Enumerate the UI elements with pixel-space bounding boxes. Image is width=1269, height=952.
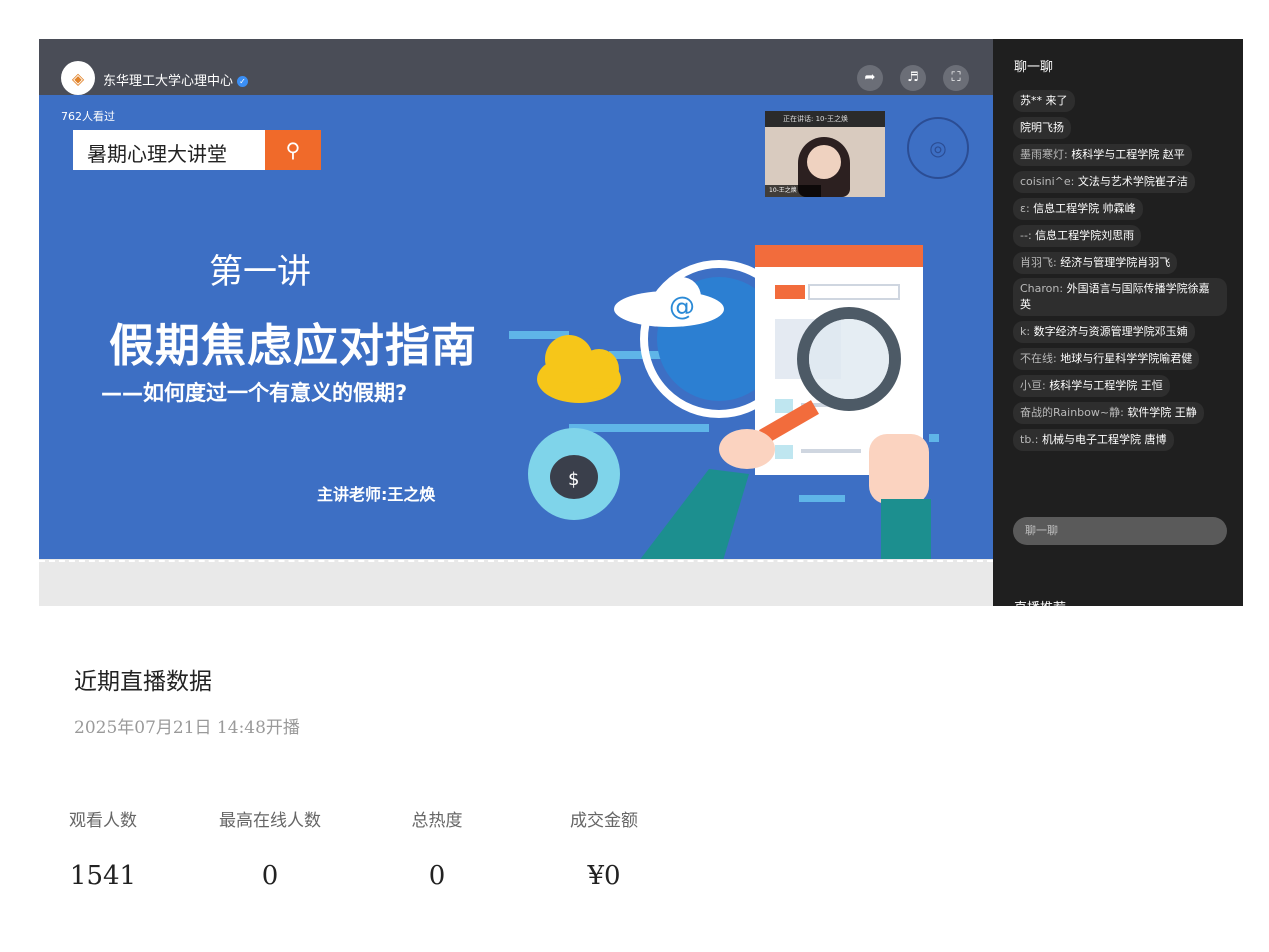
chat-text: 机械与电子工程学院 唐博 xyxy=(1042,433,1167,446)
camera-footer: 10-王之焕 xyxy=(765,185,821,197)
section-title: 近期直播数据 xyxy=(74,669,212,695)
camera-header: 正在讲话: 10-王之焕 xyxy=(765,111,885,127)
chat-nickname: 肖羽飞: xyxy=(1020,256,1061,269)
chat-text: 苏** 来了 xyxy=(1020,94,1068,107)
live-recommend-label[interactable]: 直播推荐 xyxy=(1014,597,1066,606)
slide-lesson: 第一讲 xyxy=(209,252,311,292)
chat-text: 核科学与工程学院 王恒 xyxy=(1049,379,1163,392)
chat-input[interactable]: 聊一聊 xyxy=(1013,517,1227,545)
chat-bubble: k: 数字经济与资源管理学院邓玉婻 xyxy=(1013,321,1195,343)
slide-bottom-strip xyxy=(39,559,993,606)
chat-message: 奋战的Rainbow~静: 软件学院 王静 xyxy=(1013,401,1228,428)
chat-panel: 聊一聊 苏** 来了 院明飞扬墨雨寒灯: 核科学与工程学院 赵平 coisini^e… xyxy=(993,39,1243,606)
channel-logo[interactable]: ◈ xyxy=(61,61,95,95)
stat-value: 0 xyxy=(428,861,446,891)
chat-message: 苏** 来了 xyxy=(1013,89,1228,116)
chat-text: 院明飞扬 xyxy=(1020,121,1064,134)
chat-bubble: --: 信息工程学院刘思雨 xyxy=(1013,225,1142,247)
chat-bubble: ε: 信息工程学院 帅霖峰 xyxy=(1013,198,1143,220)
chat-text: 地球与行星科学学院喻君健 xyxy=(1060,352,1193,365)
chat-nickname: k: xyxy=(1020,325,1034,338)
chat-nickname: coisini^e: xyxy=(1020,175,1078,188)
chat-message-list[interactable]: 苏** 来了 院明飞扬墨雨寒灯: 核科学与工程学院 赵平 coisini^e: 文法… xyxy=(1013,89,1228,455)
chat-message: tb.: 机械与电子工程学院 唐博 xyxy=(1013,428,1228,455)
stat-viewers: 观看人数 1541 xyxy=(33,806,173,891)
chat-bubble: tb.: 机械与电子工程学院 唐博 xyxy=(1013,429,1174,451)
svg-text:$: $ xyxy=(568,469,579,490)
chat-message: ε: 信息工程学院 帅霖峰 xyxy=(1013,197,1228,224)
stat-sales-amount: 成交金额 ¥0 xyxy=(534,806,674,891)
chat-message: k: 数字经济与资源管理学院邓玉婻 xyxy=(1013,320,1228,347)
slide-illustration: $ @ xyxy=(509,245,939,574)
speaker-face xyxy=(807,145,841,179)
stat-value: ¥0 xyxy=(587,861,621,891)
chat-text: 信息工程学院刘思雨 xyxy=(1035,229,1135,242)
fullscreen-icon[interactable]: ⛶ xyxy=(943,65,969,91)
chat-message: 不在线: 地球与行星科学学院喻君健 xyxy=(1013,347,1228,374)
stat-value: 0 xyxy=(261,861,279,891)
chat-bubble: 奋战的Rainbow~静: 软件学院 王静 xyxy=(1013,402,1204,424)
chat-message: 院明飞扬 xyxy=(1013,116,1228,143)
chat-nickname: Charon: xyxy=(1020,282,1067,295)
chat-bubble: coisini^e: 文法与艺术学院崔子洁 xyxy=(1013,171,1195,193)
chat-nickname: ε: xyxy=(1020,202,1034,215)
chat-nickname: --: xyxy=(1020,229,1036,242)
channel-name[interactable]: 东华理工大学心理中心 ✓ xyxy=(103,70,249,89)
stat-label: 观看人数 xyxy=(69,811,137,831)
stat-label: 最高在线人数 xyxy=(219,811,321,831)
stat-label: 成交金额 xyxy=(570,811,638,831)
slide-search-text: 暑期心理大讲堂 xyxy=(87,142,227,166)
chat-text: 经济与管理学院肖羽飞 xyxy=(1060,256,1171,269)
chat-message: 墨雨寒灯: 核科学与工程学院 赵平 xyxy=(1013,143,1228,170)
stat-value: 1541 xyxy=(69,861,137,891)
chat-nickname: 不在线: xyxy=(1020,352,1061,365)
broadcast-start-time: 2025年07月21日 14:48开播 xyxy=(74,718,300,738)
chat-bubble: 不在线: 地球与行星科学学院喻君健 xyxy=(1013,348,1200,370)
slide-search-box: 暑期心理大讲堂 xyxy=(73,130,265,170)
chat-message: coisini^e: 文法与艺术学院崔子洁 xyxy=(1013,170,1228,197)
chat-text: 信息工程学院 帅霖峰 xyxy=(1033,202,1136,215)
volume-icon[interactable]: ♬ xyxy=(900,65,926,91)
slide-teacher: 主讲老师:王之焕 xyxy=(317,485,436,504)
chat-text: 文法与艺术学院崔子洁 xyxy=(1077,175,1188,188)
chat-nickname: 墨雨寒灯: xyxy=(1020,148,1072,161)
verified-icon: ✓ xyxy=(237,76,249,87)
slide-dashed-line xyxy=(39,560,993,562)
slide-subtitle: ——如何度过一个有意义的假期? xyxy=(101,381,408,405)
svg-text:@: @ xyxy=(669,292,695,322)
viewers-count: 762人看过 xyxy=(61,110,115,123)
stat-label: 总热度 xyxy=(411,811,463,831)
chat-message: 肖羽飞: 经济与管理学院肖羽飞 xyxy=(1013,251,1228,278)
search-icon: ⚲ xyxy=(265,130,321,170)
chat-message: --: 信息工程学院刘思雨 xyxy=(1013,224,1228,251)
chat-bubble: 院明飞扬 xyxy=(1013,117,1071,139)
chat-nickname: 奋战的Rainbow~静: xyxy=(1020,406,1128,419)
chat-bubble: Charon: 外国语言与国际传播学院徐嘉英 xyxy=(1013,278,1227,316)
university-seal-icon: ◎ xyxy=(907,117,969,179)
chat-bubble: 苏** 来了 xyxy=(1013,90,1075,112)
live-player: ◈ 东华理工大学心理中心 ✓ ➦ ♬ ⛶ 762人看过 暑期心理大讲堂 ⚲ 第一讲… xyxy=(39,39,1243,606)
chat-message: Charon: 外国语言与国际传播学院徐嘉英 xyxy=(1013,278,1228,320)
chat-text: 数字经济与资源管理学院邓玉婻 xyxy=(1033,325,1188,338)
stat-total-heat: 总热度 0 xyxy=(367,806,507,891)
slide-title: 假期焦虑应对指南 xyxy=(109,319,478,372)
chat-text: 核科学与工程学院 赵平 xyxy=(1071,148,1185,161)
chat-message: 小亘: 核科学与工程学院 王恒 xyxy=(1013,374,1228,401)
chat-bubble: 墨雨寒灯: 核科学与工程学院 赵平 xyxy=(1013,144,1192,166)
stat-peak-online: 最高在线人数 0 xyxy=(200,806,340,891)
chat-nickname: tb.: xyxy=(1020,433,1042,446)
chat-bubble: 肖羽飞: 经济与管理学院肖羽飞 xyxy=(1013,252,1178,274)
chat-title: 聊一聊 xyxy=(1014,60,1054,75)
video-area[interactable]: ◈ 东华理工大学心理中心 ✓ ➦ ♬ ⛶ 762人看过 暑期心理大讲堂 ⚲ 第一讲… xyxy=(39,39,993,606)
chat-bubble: 小亘: 核科学与工程学院 王恒 xyxy=(1013,375,1170,397)
speaker-camera[interactable]: 正在讲话: 10-王之焕 10-王之焕 xyxy=(765,111,885,197)
chat-nickname: 小亘: xyxy=(1020,379,1050,392)
chat-text: 软件学院 王静 xyxy=(1127,406,1197,419)
share-icon[interactable]: ➦ xyxy=(857,65,883,91)
